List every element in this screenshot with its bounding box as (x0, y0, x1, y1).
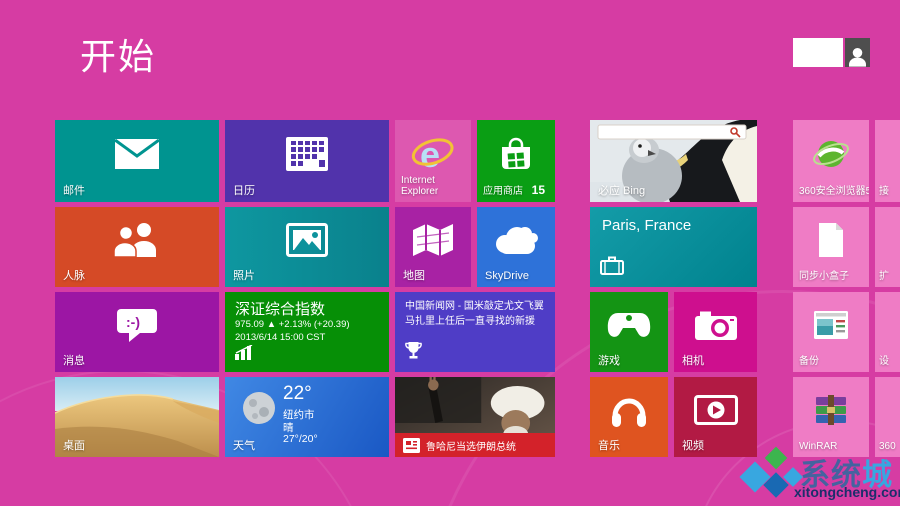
tile-syncbox[interactable]: 同步小盒子 (793, 207, 869, 287)
tile-desktop[interactable]: 桌面 (55, 377, 219, 457)
xitongcheng-logo (742, 450, 802, 502)
tile-travel[interactable]: Paris, France (590, 207, 757, 287)
tile-label: 相机 (682, 355, 704, 367)
tile-camera[interactable]: 相机 (674, 292, 757, 372)
suitcase-icon (600, 255, 624, 280)
finance-index-name: 深证综合指数 (235, 298, 325, 319)
news-banner: 鲁哈尼当选伊朗总统 (395, 433, 555, 457)
news-headline: 鲁哈尼当选伊朗总统 (426, 438, 516, 453)
tile-group-right: 360安全浏览器5 同步小盒子 (793, 120, 869, 457)
tile-label: 备份 (799, 356, 819, 367)
tile-label: 音乐 (598, 440, 620, 452)
tile-finance[interactable]: 深证综合指数 975.09 ▲ +2.13% (+20.39) 2013/6/1… (225, 292, 389, 372)
tile-label: 照片 (233, 270, 255, 282)
finance-timestamp: 2013/6/14 15:00 CST (235, 332, 325, 343)
travel-city: Paris, France (602, 217, 691, 234)
game-controller-icon (590, 292, 668, 358)
tile-group-left: 邮件 日历 e (55, 120, 555, 457)
tile-partial-2[interactable]: 扩 (875, 207, 900, 287)
bar-chart-icon (235, 345, 255, 365)
people-icon (55, 207, 219, 273)
maps-icon (395, 207, 471, 273)
tile-label: SkyDrive (485, 270, 529, 282)
tile-label: 应用商店 (483, 186, 523, 197)
winrar-books-icon (793, 377, 869, 443)
tile-calendar[interactable]: 日历 (225, 120, 389, 202)
tile-backup[interactable]: 备份 (793, 292, 869, 372)
tile-label: 视频 (682, 440, 704, 452)
tile-label: 邮件 (63, 185, 85, 197)
tile-partial-3[interactable]: 设 (875, 292, 900, 372)
tile-label: 地图 (403, 270, 425, 282)
tile-photos[interactable]: 照片 (225, 207, 389, 287)
smiley-text: :-) (126, 314, 140, 330)
video-player-icon (674, 377, 757, 443)
tile-partial-4[interactable]: 360 (875, 377, 900, 457)
watermark-domain: xitongcheng.com (794, 484, 900, 500)
tile-label: Internet Explorer (401, 175, 461, 197)
user-avatar[interactable] (845, 38, 870, 67)
tile-partial-1[interactable]: 接 (875, 120, 900, 202)
trophy-icon (405, 341, 422, 365)
tile-label: 人脉 (63, 270, 85, 282)
finance-quote: 975.09 ▲ +2.13% (+20.39) (235, 319, 350, 330)
skydrive-cloud-icon (477, 207, 555, 273)
tile-360-browser[interactable]: 360安全浏览器5 (793, 120, 869, 202)
photos-icon (225, 207, 389, 273)
tile-mail[interactable]: 邮件 (55, 120, 219, 202)
tile-bing[interactable]: 必应 Bing (590, 120, 757, 202)
tile-label: 接 (879, 186, 889, 197)
tile-label: 日历 (233, 185, 255, 197)
start-screen: 开始 邮件 (0, 0, 900, 506)
mail-icon (55, 120, 219, 188)
360-browser-icon (793, 120, 869, 188)
tile-internet-explorer[interactable]: e Internet Explorer (395, 120, 471, 202)
tile-store[interactable]: 应用商店 15 (477, 120, 555, 202)
window-properties-icon (793, 292, 869, 358)
tile-label: 设 (879, 356, 889, 367)
tile-label: 桌面 (63, 440, 85, 452)
tile-games[interactable]: 游戏 (590, 292, 668, 372)
tile-skydrive[interactable]: SkyDrive (477, 207, 555, 287)
tile-label: 同步小盒子 (799, 271, 849, 282)
tile-people[interactable]: 人脉 (55, 207, 219, 287)
moon-icon (241, 390, 277, 431)
tile-label: 消息 (63, 355, 85, 367)
tile-label: 游戏 (598, 355, 620, 367)
tile-weather[interactable]: 22° 纽约市 晴 27°/20° 天气 (225, 377, 389, 457)
store-icon (477, 120, 555, 188)
page-title: 开始 (80, 28, 156, 80)
sports-headline: 中国新闻网 - 国米敲定尤文飞翼 马扎里上任后一直寻找的新援 (405, 300, 547, 329)
tile-music[interactable]: 音乐 (590, 377, 668, 457)
tile-messaging[interactable]: :-) 消息 (55, 292, 219, 372)
tile-group-middle: 必应 Bing Paris, France 游戏 (590, 120, 757, 457)
document-icon (793, 207, 869, 273)
headphones-icon (590, 377, 668, 443)
user-name-box[interactable] (793, 38, 843, 67)
tile-winrar[interactable]: WinRAR (793, 377, 869, 457)
tile-label: 360安全浏览器5 (799, 186, 869, 197)
tile-maps[interactable]: 地图 (395, 207, 471, 287)
weather-temperature: 22° (283, 383, 312, 405)
newspaper-icon (403, 438, 420, 453)
tile-label: 扩 (879, 271, 889, 282)
camera-icon (674, 292, 757, 358)
tile-group-edge: 接 扩 设 360 (875, 120, 900, 457)
messaging-bubble-icon: :-) (55, 292, 219, 358)
tile-news[interactable]: 鲁哈尼当选伊朗总统 (395, 377, 555, 457)
tile-video[interactable]: 视频 (674, 377, 757, 457)
store-badge-count: 15 (532, 183, 545, 197)
weather-range: 27°/20° (283, 433, 318, 445)
tile-label: 必应 Bing (598, 185, 645, 197)
tile-sports[interactable]: 中国新闻网 - 国米敲定尤文飞翼 马扎里上任后一直寻找的新援 (395, 292, 555, 372)
calendar-icon (225, 120, 389, 188)
tile-label: 天气 (233, 440, 255, 452)
person-icon (849, 47, 866, 67)
